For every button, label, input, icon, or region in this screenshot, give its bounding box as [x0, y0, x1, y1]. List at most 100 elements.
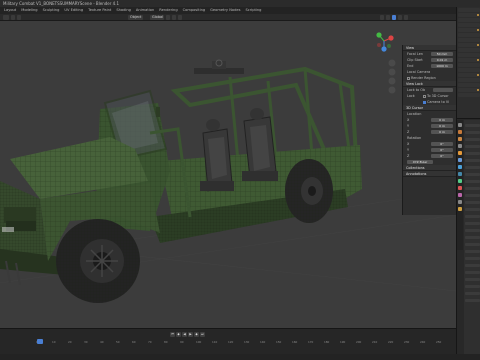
- property-field[interactable]: [465, 264, 480, 267]
- play-icon[interactable]: ▶: [188, 332, 193, 337]
- outliner-item[interactable]: [458, 93, 480, 97]
- y-axis-icon[interactable]: [376, 32, 382, 38]
- jump-start-icon[interactable]: ⏮: [170, 332, 175, 337]
- xray-button[interactable]: [386, 15, 390, 20]
- property-field[interactable]: [465, 215, 480, 218]
- outliner-item[interactable]: [458, 83, 480, 87]
- property-field[interactable]: [465, 229, 480, 232]
- proportional-edit-button[interactable]: [178, 15, 182, 20]
- outliner-item[interactable]: [458, 53, 480, 57]
- workspace-tab-layout[interactable]: Layout: [2, 7, 18, 14]
- play-reverse-icon[interactable]: ◀: [182, 332, 187, 337]
- camera-to-view-row[interactable]: Camera to Vi: [403, 99, 456, 105]
- z-axis-icon[interactable]: [381, 46, 387, 52]
- frame-ruler[interactable]: 0102030405060708090100110120130140150160…: [0, 340, 456, 344]
- property-field[interactable]: [465, 299, 480, 302]
- property-field[interactable]: [465, 145, 480, 148]
- properties-tab-icon[interactable]: [458, 165, 462, 169]
- perspective-toggle-icon[interactable]: [388, 86, 396, 94]
- workspace-tab-scripting[interactable]: Scripting: [243, 7, 263, 14]
- x-axis-icon[interactable]: [388, 35, 394, 41]
- outliner-item[interactable]: [458, 58, 480, 62]
- cursor-location-field[interactable]: 0 m: [431, 118, 453, 122]
- properties-tab-icon[interactable]: [458, 179, 462, 183]
- outliner-item[interactable]: [458, 88, 480, 92]
- cursor-rotation-field[interactable]: 0°: [431, 154, 453, 158]
- cursor-location-field[interactable]: 0 m: [431, 130, 453, 134]
- rotation-mode-dropdown[interactable]: XYZ Euler: [407, 160, 433, 164]
- property-field[interactable]: [465, 166, 480, 169]
- property-field[interactable]: [465, 222, 480, 225]
- property-field[interactable]: [465, 285, 480, 288]
- outliner-item[interactable]: [458, 68, 480, 72]
- camera-view-icon[interactable]: [388, 77, 396, 85]
- property-field[interactable]: [465, 201, 480, 204]
- property-field[interactable]: [465, 173, 480, 176]
- render-region-checkbox[interactable]: [407, 76, 410, 80]
- outliner-item[interactable]: [458, 48, 480, 52]
- outliner-item[interactable]: [458, 63, 480, 67]
- rendered-shading-button[interactable]: [404, 15, 408, 20]
- outliner-item[interactable]: [458, 38, 480, 42]
- view-setting-field[interactable]: 1000 m: [431, 64, 453, 68]
- workspace-tab-rendering[interactable]: Rendering: [157, 7, 179, 14]
- outliner-item[interactable]: [458, 23, 480, 27]
- pivot-button[interactable]: [166, 15, 170, 20]
- outliner-item[interactable]: [458, 13, 480, 17]
- outliner-item[interactable]: [458, 28, 480, 32]
- properties-tab-icon[interactable]: [458, 137, 462, 141]
- workspace-tab-texture-paint[interactable]: Texture Paint: [86, 7, 113, 14]
- property-field[interactable]: [465, 257, 480, 260]
- workspace-tab-uv-editing[interactable]: UV Editing: [62, 7, 85, 14]
- material-shading-button[interactable]: [398, 15, 402, 20]
- property-field[interactable]: [465, 131, 480, 134]
- cursor-rotation-mode[interactable]: XYZ Euler: [403, 159, 456, 165]
- pan-icon[interactable]: [388, 68, 396, 76]
- property-field[interactable]: [465, 194, 480, 197]
- outliner[interactable]: [457, 7, 480, 119]
- zoom-icon[interactable]: [388, 59, 396, 67]
- property-field[interactable]: [465, 271, 480, 274]
- outliner-item[interactable]: [458, 18, 480, 22]
- properties-tab-icon[interactable]: [458, 193, 462, 197]
- properties-tab-icon[interactable]: [458, 186, 462, 190]
- workspace-tab-geometry-nodes[interactable]: Geometry Nodes: [208, 7, 242, 14]
- prev-keyframe-icon[interactable]: ◆: [176, 332, 181, 337]
- outliner-item[interactable]: [458, 33, 480, 37]
- property-field[interactable]: [465, 278, 480, 281]
- cursor-location-field[interactable]: 0 m: [431, 124, 453, 128]
- view-setting-field[interactable]: 50 mm: [431, 52, 453, 56]
- property-field[interactable]: [465, 208, 480, 211]
- workspace-tab-compositing[interactable]: Compositing: [181, 7, 208, 14]
- properties-tab-icon[interactable]: [458, 200, 462, 204]
- outliner-item[interactable]: [458, 73, 480, 77]
- jump-end-icon[interactable]: ⏭: [200, 332, 205, 337]
- outliner-item[interactable]: [458, 8, 480, 12]
- cursor-rotation-field[interactable]: 0°: [431, 148, 453, 152]
- property-field[interactable]: [465, 236, 480, 239]
- outliner-item[interactable]: [458, 78, 480, 82]
- properties-tab-icon[interactable]: [458, 123, 462, 127]
- camera-to-view-checkbox[interactable]: [423, 100, 426, 104]
- workspace-tab-shading[interactable]: Shading: [114, 7, 133, 14]
- properties-tab-icon[interactable]: [458, 158, 462, 162]
- properties-tab-icon[interactable]: [458, 144, 462, 148]
- property-field[interactable]: [465, 159, 480, 162]
- property-field[interactable]: [465, 243, 480, 246]
- cursor-rotation-field[interactable]: 0°: [431, 142, 453, 146]
- solid-shading-button[interactable]: [392, 15, 396, 20]
- select-mode-button[interactable]: [11, 15, 15, 20]
- property-field[interactable]: [465, 152, 480, 155]
- workspace-tab-modeling[interactable]: Modeling: [19, 7, 39, 14]
- military-vehicle[interactable]: [0, 59, 362, 303]
- property-field[interactable]: [465, 292, 480, 295]
- to-3d-cursor-checkbox[interactable]: [423, 94, 426, 98]
- properties-tab-icon[interactable]: [458, 172, 462, 176]
- playhead[interactable]: [37, 339, 43, 344]
- view-setting-field[interactable]: 0.01 m: [431, 58, 453, 62]
- properties-tab-icon[interactable]: [458, 207, 462, 211]
- properties-tab-icon[interactable]: [458, 130, 462, 134]
- workspace-tab-sculpting[interactable]: Sculpting: [41, 7, 62, 14]
- next-keyframe-icon[interactable]: ◆: [194, 332, 199, 337]
- editor-type-button[interactable]: [3, 15, 9, 20]
